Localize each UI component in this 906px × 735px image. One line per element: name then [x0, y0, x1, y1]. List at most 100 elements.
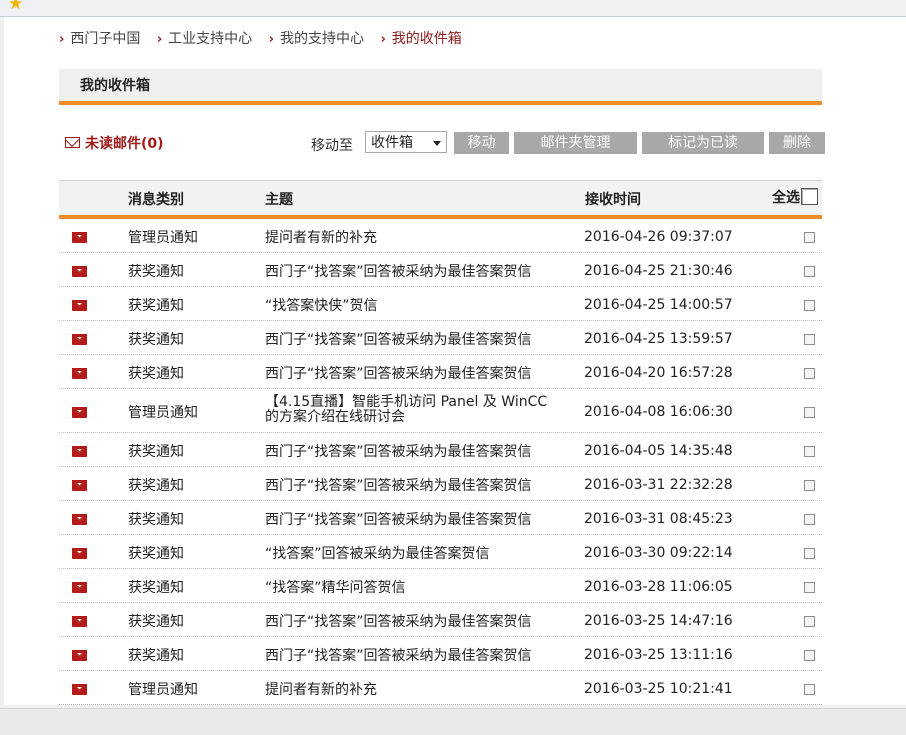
message-checkbox[interactable] [804, 514, 815, 525]
folder-select[interactable]: 收件箱 [365, 131, 447, 153]
envelope-icon [72, 446, 87, 457]
message-received-time: 2016-04-25 14:00:57 [584, 297, 733, 313]
star-icon: ★ [8, 0, 24, 14]
message-category: 获奖通知 [128, 614, 184, 630]
message-checkbox[interactable] [804, 368, 815, 379]
message-checkbox[interactable] [804, 582, 815, 593]
folder-manage-button[interactable]: 邮件夹管理 [514, 132, 637, 154]
move-to-label: 移动至 [311, 138, 353, 154]
envelope-icon [72, 650, 87, 661]
envelope-icon [72, 232, 87, 243]
envelope-icon [72, 514, 87, 525]
browser-top-bar: ★ [0, 0, 906, 17]
table-row[interactable]: 获奖通知 西门子“找答案”回答被采纳为最佳答案贺信 2016-03-25 14:47… [59, 603, 822, 637]
table-row[interactable]: 获奖通知 西门子“找答案”回答被采纳为最佳答案贺信 2016-03-31 22:32… [59, 467, 822, 501]
message-category: 获奖通知 [128, 264, 184, 280]
message-received-time: 2016-04-25 21:30:46 [584, 263, 733, 279]
chevron-right-icon: › [156, 32, 163, 47]
unread-mail-link[interactable]: 未读邮件(0) [65, 133, 164, 153]
table-row[interactable]: 获奖通知 西门子“找答案”回答被采纳为最佳答案贺信 2016-04-05 14:35… [59, 433, 822, 467]
table-row[interactable]: 获奖通知 “找答案快侠”贺信 2016-04-25 14:00:57 [59, 287, 822, 321]
message-checkbox[interactable] [804, 266, 815, 277]
envelope-icon [72, 582, 87, 593]
table-row[interactable]: 获奖通知 “找答案”精华问答贺信 2016-03-28 11:06:05 [59, 569, 822, 603]
message-subject-link[interactable]: “找答案”精华问答贺信 [265, 577, 406, 597]
unread-mail-label: 未读邮件(0) [85, 136, 164, 152]
message-received-time: 2016-04-05 14:35:48 [584, 443, 733, 459]
table-row[interactable]: 管理员通知 【4.15直播】智能手机访问 Panel 及 WinCC 的方案介绍在… [59, 389, 822, 433]
message-category: 获奖通知 [128, 478, 184, 494]
message-subject-link[interactable]: 西门子“找答案”回答被采纳为最佳答案贺信 [265, 329, 532, 349]
table-row[interactable]: 获奖通知 西门子“找答案”回答被采纳为最佳答案贺信 2016-04-25 21:30… [59, 253, 822, 287]
select-all-checkbox[interactable] [801, 187, 818, 205]
chevron-right-icon: › [380, 32, 386, 47]
breadcrumb-item-my-inbox[interactable]: › 我的收件箱 [380, 28, 461, 48]
message-category: 获奖通知 [128, 444, 184, 460]
select-all-label: 全选 [772, 190, 800, 206]
message-checkbox[interactable] [804, 334, 815, 345]
message-received-time: 2016-03-31 22:32:28 [584, 477, 733, 493]
message-checkbox[interactable] [804, 650, 815, 661]
table-row[interactable]: 管理员通知 提问者有新的补充 2016-03-25 10:21:41 [59, 671, 822, 705]
message-subject-link[interactable]: 西门子“找答案”回答被采纳为最佳答案贺信 [265, 475, 532, 495]
envelope-icon [72, 616, 87, 627]
envelope-icon [72, 266, 87, 277]
message-checkbox[interactable] [804, 480, 815, 491]
chevron-down-icon [433, 141, 441, 146]
delete-button[interactable]: 删除 [769, 132, 825, 154]
message-category: 获奖通知 [128, 298, 184, 314]
envelope-icon [72, 334, 87, 345]
message-subject-link[interactable]: 西门子“找答案”回答被采纳为最佳答案贺信 [265, 509, 532, 529]
message-subject-link[interactable]: 西门子“找答案”回答被采纳为最佳答案贺信 [265, 441, 532, 461]
message-received-time: 2016-04-26 09:37:07 [584, 229, 733, 245]
message-subject-link[interactable]: 提问者有新的补充 [265, 679, 377, 699]
section-header: 我的收件箱 [59, 69, 822, 105]
table-row[interactable]: 获奖通知 西门子“找答案”回答被采纳为最佳答案贺信 2016-04-20 16:57… [59, 355, 822, 389]
message-checkbox[interactable] [804, 407, 815, 418]
message-checkbox[interactable] [804, 616, 815, 627]
table-row[interactable]: 获奖通知 西门子“找答案”回答被采纳为最佳答案贺信 2016-03-31 08:45… [59, 501, 822, 535]
message-subject-link[interactable]: 西门子“找答案”回答被采纳为最佳答案贺信 [265, 261, 532, 281]
message-category: 管理员通知 [128, 682, 198, 698]
message-subject-link[interactable]: “找答案”回答被采纳为最佳答案贺信 [265, 543, 490, 563]
message-category: 获奖通知 [128, 546, 184, 562]
breadcrumb-item-my-support[interactable]: › 我的支持中心 [269, 28, 364, 48]
message-subject-link[interactable]: 提问者有新的补充 [265, 227, 377, 247]
folder-select-value: 收件箱 [371, 135, 413, 151]
envelope-icon [72, 407, 87, 418]
header-received-time: 接收时间 [585, 192, 641, 208]
message-category: 获奖通知 [128, 580, 184, 596]
move-button[interactable]: 移动 [454, 132, 509, 154]
table-row[interactable]: 获奖通知 “找答案”回答被采纳为最佳答案贺信 2016-03-30 09:22:14 [59, 535, 822, 569]
select-all[interactable]: 全选 [772, 187, 818, 207]
message-subject-link[interactable]: “找答案快侠”贺信 [265, 295, 378, 315]
header-category: 消息类别 [128, 192, 184, 208]
message-checkbox[interactable] [804, 548, 815, 559]
message-checkbox[interactable] [804, 446, 815, 457]
message-checkbox[interactable] [804, 300, 815, 311]
message-received-time: 2016-03-25 14:47:16 [584, 613, 733, 629]
message-received-time: 2016-03-30 09:22:14 [584, 545, 733, 561]
chevron-right-icon: › [268, 32, 274, 47]
message-subject-link[interactable]: 西门子“找答案”回答被采纳为最佳答案贺信 [265, 645, 532, 665]
table-row[interactable]: 管理员通知 提问者有新的补充 2016-04-26 09:37:07 [59, 219, 822, 253]
message-subject-link[interactable]: 【4.15直播】智能手机访问 Panel 及 WinCC 的方案介绍在线研讨会 [265, 395, 565, 425]
message-received-time: 2016-03-31 08:45:23 [584, 511, 733, 527]
message-received-time: 2016-04-25 13:59:57 [584, 331, 733, 347]
message-list: 管理员通知 提问者有新的补充 2016-04-26 09:37:07 获奖通知 西门子“… [59, 219, 822, 705]
mail-outline-icon [65, 137, 80, 148]
message-checkbox[interactable] [804, 232, 815, 243]
message-checkbox[interactable] [804, 684, 815, 695]
message-received-time: 2016-03-25 10:21:41 [584, 681, 733, 697]
message-category: 获奖通知 [128, 648, 184, 664]
message-subject-link[interactable]: 西门子“找答案”回答被采纳为最佳答案贺信 [265, 611, 532, 631]
breadcrumb-item-siemens-china[interactable]: › 西门子中国 [59, 28, 140, 48]
message-category: 获奖通知 [128, 332, 184, 348]
table-row[interactable]: 获奖通知 西门子“找答案”回答被采纳为最佳答案贺信 2016-03-25 13:11… [59, 637, 822, 671]
message-subject-link[interactable]: 西门子“找答案”回答被采纳为最佳答案贺信 [265, 363, 532, 383]
message-category: 管理员通知 [128, 230, 198, 246]
breadcrumb-item-industry-support[interactable]: › 工业支持中心 [157, 28, 252, 48]
breadcrumb: › 西门子中国 › 工业支持中心 › 我的支持中心 › 我的收件箱 [59, 28, 474, 48]
table-row[interactable]: 获奖通知 西门子“找答案”回答被采纳为最佳答案贺信 2016-04-25 13:59… [59, 321, 822, 355]
mark-read-button[interactable]: 标记为已读 [642, 132, 764, 154]
